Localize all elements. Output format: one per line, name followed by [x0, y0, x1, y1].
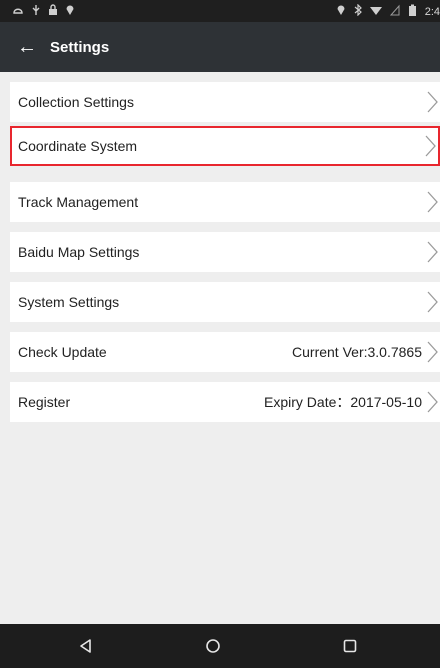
recents-square-icon	[343, 639, 357, 653]
home-circle-icon	[206, 639, 220, 653]
chevron-right-icon	[425, 135, 436, 157]
settings-item-label: Register	[18, 394, 71, 410]
navigation-bar	[0, 624, 440, 668]
status-bar: 2:4	[0, 0, 440, 22]
page-title: Settings	[50, 38, 110, 56]
usb-icon	[31, 4, 41, 20]
lock-icon	[48, 4, 58, 20]
chevron-right-icon	[427, 241, 438, 263]
bluetooth-icon	[354, 3, 362, 20]
app-bar: ← Settings	[0, 22, 440, 72]
nav-home-button[interactable]	[183, 624, 243, 668]
status-bar-left	[12, 4, 75, 20]
current-version-value: Current Ver:3.0.7865	[292, 344, 422, 360]
battery-icon	[408, 4, 417, 20]
signal-icon	[389, 4, 400, 20]
back-arrow-icon: ←	[17, 35, 37, 58]
chevron-right-icon	[427, 91, 438, 113]
expiry-date-value: Expiry Date：2017-05-10	[264, 394, 422, 410]
chevron-right-icon	[427, 191, 438, 213]
notification-icon	[12, 4, 24, 20]
location-icon	[336, 4, 346, 20]
wifi-icon	[369, 4, 382, 20]
chevron-right-icon	[427, 291, 438, 313]
chevron-right-icon	[427, 391, 438, 413]
settings-item-track-management[interactable]: Track Management	[10, 182, 440, 222]
back-triangle-icon	[80, 639, 91, 653]
settings-item-label: Collection Settings	[18, 94, 134, 110]
settings-item-collection-settings[interactable]: Collection Settings	[10, 82, 440, 122]
settings-item-label: Baidu Map Settings	[18, 244, 140, 260]
location-pin-icon	[65, 4, 75, 20]
settings-item-label: System Settings	[18, 294, 120, 310]
status-bar-right: 2:4	[336, 3, 440, 20]
settings-item-baidu-map-settings[interactable]: Baidu Map Settings	[10, 232, 440, 272]
settings-item-check-update[interactable]: Check Update Current Ver:3.0.7865	[10, 332, 440, 372]
settings-item-system-settings[interactable]: System Settings	[10, 282, 440, 322]
settings-item-label: Check Update	[18, 344, 107, 360]
chevron-right-icon	[427, 341, 438, 363]
settings-item-register[interactable]: Register Expiry Date：2017-05-10	[10, 382, 440, 422]
back-button[interactable]: ←	[8, 22, 46, 72]
nav-recents-button[interactable]	[320, 624, 380, 668]
settings-item-label: Coordinate System	[18, 138, 138, 154]
clock-text: 2:4	[424, 6, 440, 18]
settings-item-coordinate-system[interactable]: Coordinate System	[10, 126, 440, 166]
nav-back-button[interactable]	[56, 624, 116, 668]
settings-item-label: Track Management	[18, 194, 139, 210]
